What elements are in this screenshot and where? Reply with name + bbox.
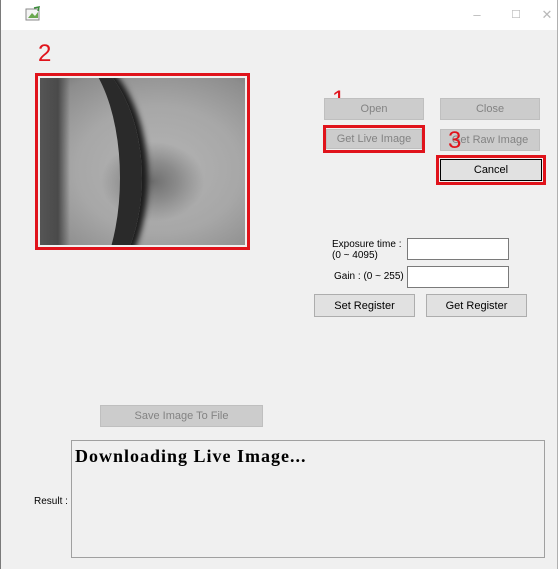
result-textbox[interactable]: Downloading Live Image... [71, 440, 545, 558]
annotation-box-image [35, 73, 250, 250]
annotation-box-cancel [436, 155, 546, 185]
app-window: – ☐ ✕ 2 1 Open Close Get Live Image Get … [0, 0, 558, 569]
title-bar: – ☐ ✕ [1, 0, 557, 30]
app-icon [25, 6, 41, 21]
annotation-marker-2: 2 [38, 40, 52, 67]
gain-label: Gain : (0 ~ 255) [334, 271, 404, 282]
result-label: Result : [34, 496, 68, 507]
gain-input[interactable] [407, 266, 509, 288]
close-window-button[interactable]: ✕ [537, 6, 557, 24]
get-register-button[interactable]: Get Register [426, 294, 527, 317]
annotation-marker-3: 3 [448, 127, 462, 154]
save-image-button[interactable]: Save Image To File [100, 405, 263, 427]
result-text: Downloading Live Image... [75, 446, 307, 466]
exposure-time-label: Exposure time : [332, 239, 402, 250]
close-button[interactable]: Close [440, 98, 540, 120]
minimize-button[interactable]: – [467, 6, 487, 24]
open-button[interactable]: Open [324, 98, 424, 120]
annotation-box-get-live-image [323, 125, 425, 153]
maximize-button[interactable]: ☐ [506, 6, 526, 24]
set-register-button[interactable]: Set Register [314, 294, 415, 317]
exposure-time-input[interactable] [407, 238, 509, 260]
exposure-range-label: (0 ~ 4095) [332, 250, 378, 261]
